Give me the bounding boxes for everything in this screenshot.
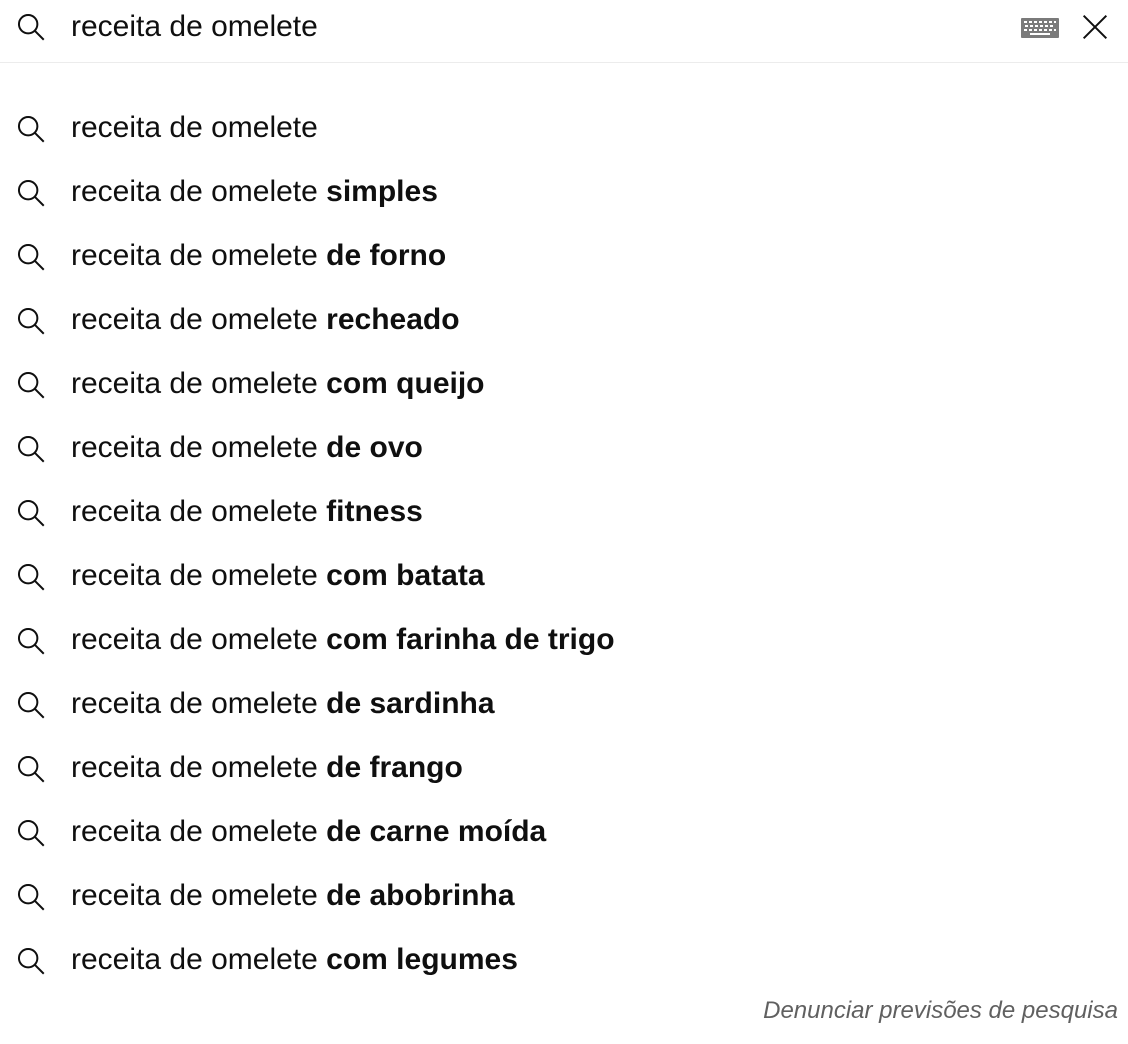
suggestion-label: receita de omelete fitness	[71, 494, 423, 530]
close-icon[interactable]	[1078, 10, 1112, 44]
suggestion-completion: de sardinha	[326, 687, 495, 720]
suggestion-item[interactable]: receita de omelete de sardinha	[0, 672, 1128, 736]
suggestion-label: receita de omelete com farinha de trigo	[71, 622, 615, 658]
search-icon	[17, 883, 45, 911]
suggestion-label: receita de omelete com queijo	[71, 366, 485, 402]
suggestion-completion: de abobrinha	[326, 879, 515, 912]
suggestion-item[interactable]: receita de omelete de forno	[0, 224, 1128, 288]
suggestion-prefix: receita de omelete	[71, 175, 327, 208]
search-icon	[17, 819, 45, 847]
suggestion-label: receita de omelete simples	[71, 174, 438, 210]
suggestion-label: receita de omelete de frango	[71, 750, 463, 786]
suggestion-completion: simples	[326, 175, 438, 208]
search-icon	[17, 627, 45, 655]
suggestion-item[interactable]: receita de omelete de frango	[0, 736, 1128, 800]
search-icon	[17, 499, 45, 527]
suggestion-prefix: receita de omelete	[71, 111, 318, 144]
suggestion-completion: de carne moída	[326, 815, 547, 848]
suggestion-item[interactable]: receita de omelete recheado	[0, 288, 1128, 352]
suggestion-prefix: receita de omelete	[71, 623, 327, 656]
keyboard-icon[interactable]	[1020, 16, 1060, 40]
suggestion-prefix: receita de omelete	[71, 559, 327, 592]
suggestion-item[interactable]: receita de omelete de carne moída	[0, 800, 1128, 864]
search-input[interactable]	[71, 4, 971, 50]
search-icon	[17, 307, 45, 335]
suggestion-prefix: receita de omelete	[71, 367, 327, 400]
suggestion-prefix: receita de omelete	[71, 879, 327, 912]
suggestion-prefix: receita de omelete	[71, 495, 327, 528]
search-icon	[17, 563, 45, 591]
suggestion-completion: de frango	[326, 751, 463, 784]
suggestion-prefix: receita de omelete	[71, 239, 327, 272]
suggestion-completion: recheado	[326, 303, 460, 336]
suggestion-label: receita de omelete de abobrinha	[71, 878, 515, 914]
suggestion-label: receita de omelete com legumes	[71, 942, 518, 978]
search-icon	[17, 755, 45, 783]
suggestion-completion: com legumes	[326, 943, 518, 976]
suggestion-completion: fitness	[326, 495, 423, 528]
report-predictions-link[interactable]: Denunciar previsões de pesquisa	[763, 997, 1118, 1025]
suggestion-prefix: receita de omelete	[71, 303, 327, 336]
suggestion-label: receita de omelete recheado	[71, 302, 460, 338]
suggestion-prefix: receita de omelete	[71, 943, 327, 976]
suggestion-item[interactable]: receita de omelete de abobrinha	[0, 864, 1128, 928]
suggestion-item[interactable]: receita de omelete com queijo	[0, 352, 1128, 416]
search-icon	[17, 243, 45, 271]
suggestion-item[interactable]: receita de omelete com farinha de trigo	[0, 608, 1128, 672]
suggestion-label: receita de omelete de carne moída	[71, 814, 546, 850]
suggestion-completion: de ovo	[326, 431, 423, 464]
suggestion-label: receita de omelete de ovo	[71, 430, 423, 466]
suggestion-label: receita de omelete com batata	[71, 558, 485, 594]
suggestion-prefix: receita de omelete	[71, 431, 327, 464]
suggestion-list: receita de omelete receita de omelete sim…	[0, 96, 1128, 992]
search-icon	[17, 435, 45, 463]
suggestion-item[interactable]: receita de omelete com batata	[0, 544, 1128, 608]
suggestion-completion: com batata	[326, 559, 485, 592]
suggestion-prefix: receita de omelete	[71, 815, 327, 848]
suggestion-item[interactable]: receita de omelete de ovo	[0, 416, 1128, 480]
suggestion-prefix: receita de omelete	[71, 687, 327, 720]
suggestion-label: receita de omelete	[71, 110, 318, 146]
suggestion-item[interactable]: receita de omelete	[0, 96, 1128, 160]
suggestion-item[interactable]: receita de omelete simples	[0, 160, 1128, 224]
suggestion-label: receita de omelete de sardinha	[71, 686, 495, 722]
search-bar	[0, 0, 1128, 63]
search-icon	[17, 115, 45, 143]
suggestion-completion: com farinha de trigo	[326, 623, 615, 656]
search-icon	[17, 947, 45, 975]
suggestion-label: receita de omelete de forno	[71, 238, 446, 274]
search-icon	[17, 179, 45, 207]
suggestion-prefix: receita de omelete	[71, 751, 327, 784]
search-icon	[17, 371, 45, 399]
suggestion-completion: com queijo	[326, 367, 485, 400]
suggestion-item[interactable]: receita de omelete com legumes	[0, 928, 1128, 992]
search-icon	[17, 691, 45, 719]
suggestion-item[interactable]: receita de omelete fitness	[0, 480, 1128, 544]
suggestion-completion: de forno	[326, 239, 447, 272]
search-icon	[17, 13, 45, 41]
